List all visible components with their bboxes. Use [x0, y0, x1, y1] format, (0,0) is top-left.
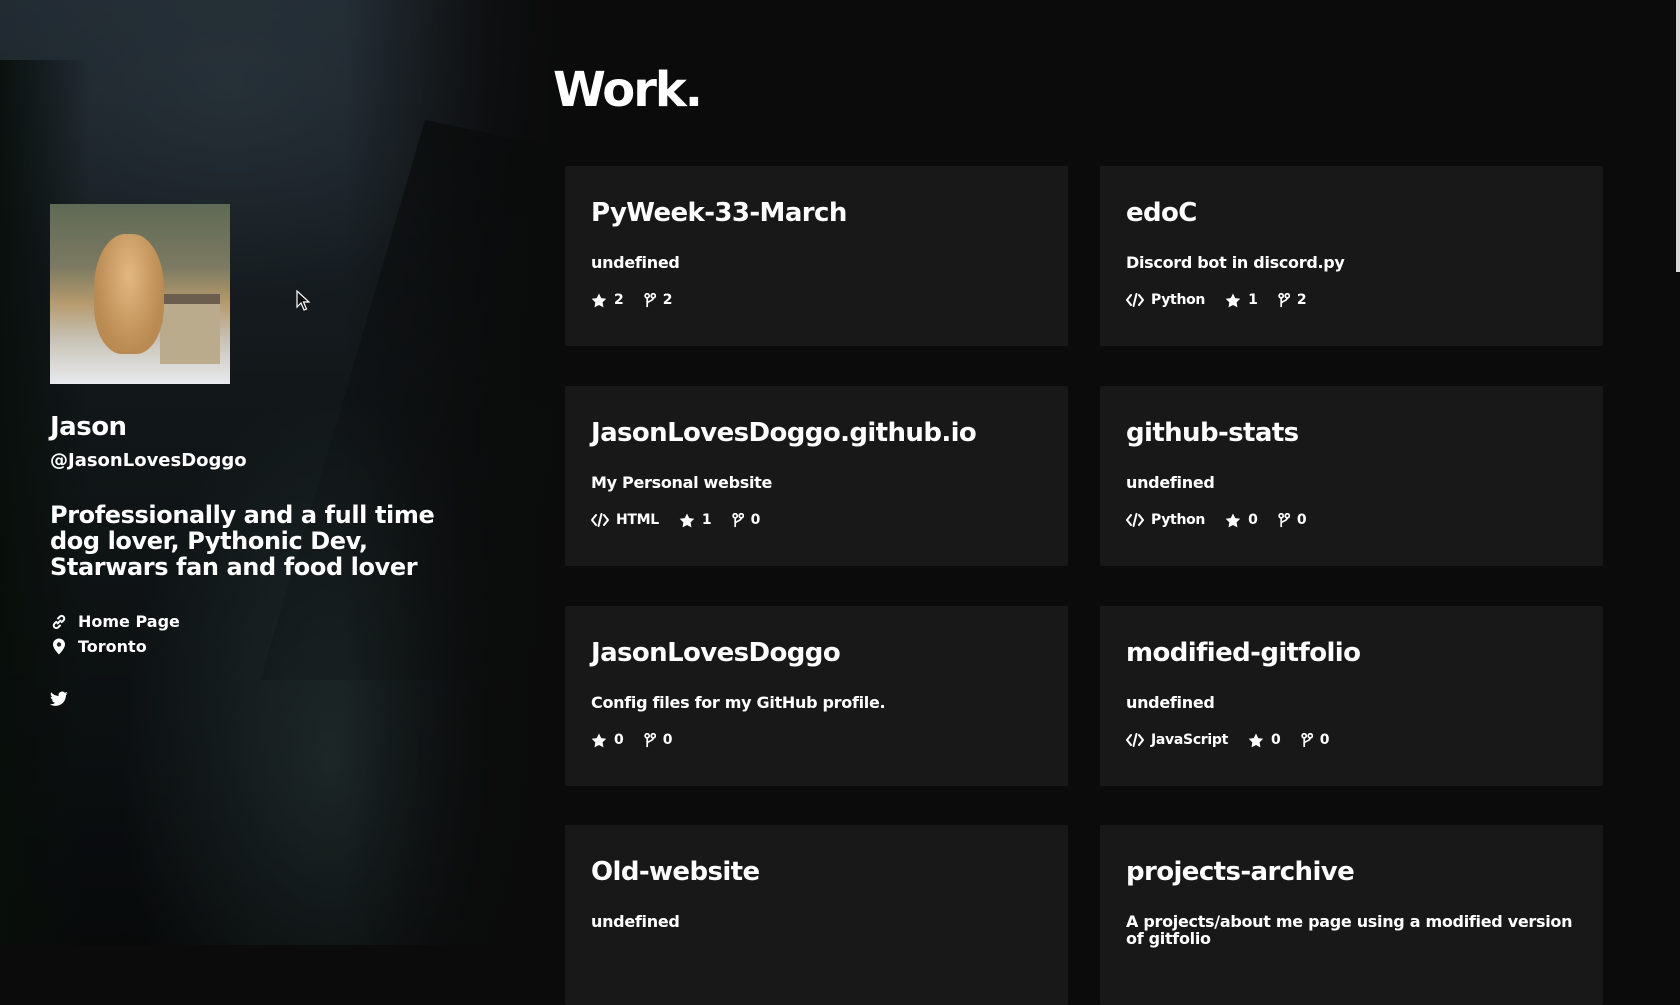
fork-icon — [644, 732, 656, 747]
forks-count: 0 — [1319, 732, 1330, 748]
language-label: Python — [1151, 292, 1206, 308]
project-description: Discord bot in discord.py — [1126, 253, 1345, 272]
project-name[interactable]: JasonLovesDoggo — [591, 638, 841, 668]
code-icon — [1126, 293, 1144, 307]
project-name[interactable]: modified-gitfolio — [1126, 638, 1361, 668]
project-description: Config files for my GitHub profile. — [591, 693, 886, 712]
fork-icon — [1278, 292, 1290, 307]
project-name[interactable]: github-stats — [1126, 418, 1299, 448]
homepage-link[interactable]: Home Page — [50, 612, 180, 631]
project-name[interactable]: projects-archive — [1126, 857, 1355, 887]
project-stats: Python 1 2 — [1126, 292, 1327, 308]
fork-icon — [731, 512, 744, 527]
profile-bio: Professionally and a full time dog lover… — [50, 501, 435, 581]
project-description: My Personal website — [591, 473, 773, 492]
project-stats: 00 — [591, 732, 693, 748]
project-language: JavaScript — [1126, 732, 1228, 748]
language-label: JavaScript — [1151, 732, 1229, 748]
avatar — [50, 204, 230, 384]
project-card[interactable]: github-stats undefined Python 0 0 — [1100, 386, 1603, 566]
forks-count: 0 — [750, 512, 761, 528]
project-stars: 2 — [591, 292, 624, 308]
stars-count: 2 — [614, 292, 624, 308]
scrollbar-thumb[interactable] — [1676, 0, 1680, 272]
project-description: undefined — [1126, 693, 1215, 712]
project-card[interactable]: Old-website undefined — [565, 825, 1068, 1005]
forks-count: 0 — [1296, 512, 1307, 528]
language-label: HTML — [616, 512, 659, 528]
star-icon — [591, 733, 607, 747]
project-forks: 2 — [1278, 292, 1307, 308]
project-description: A projects/about me page using a modifie… — [1126, 912, 1573, 948]
project-description: undefined — [591, 253, 680, 272]
map-pin-icon — [50, 638, 68, 656]
star-icon — [591, 293, 607, 307]
profile-handle: @JasonLovesDoggo — [50, 450, 247, 471]
forks-count: 2 — [1296, 292, 1307, 308]
project-forks: 0 — [644, 732, 673, 748]
twitter-icon[interactable] — [50, 691, 68, 709]
project-language: Python — [1126, 512, 1205, 528]
link-icon — [50, 613, 68, 631]
language-label: Python — [1151, 512, 1206, 528]
project-forks: 2 — [644, 292, 673, 308]
project-stats: JavaScript 0 0 — [1126, 732, 1350, 748]
avatar-shed — [160, 294, 220, 364]
stars-count: 1 — [701, 512, 712, 528]
project-card[interactable]: JasonLovesDoggo Config files for my GitHu… — [565, 606, 1068, 786]
stars-count: 0 — [614, 732, 624, 748]
project-stats: HTML 1 0 — [591, 512, 780, 528]
project-stars: 0 — [1225, 512, 1258, 528]
code-icon — [1126, 513, 1144, 527]
project-stats: Python 0 0 — [1126, 512, 1327, 528]
project-stars: 0 — [591, 732, 624, 748]
project-card[interactable]: PyWeek-33-March undefined 2 2 — [565, 166, 1068, 346]
star-icon — [679, 513, 695, 527]
project-language: HTML — [591, 512, 659, 528]
project-forks: 0 — [1301, 732, 1330, 748]
project-stars: 0 — [1248, 732, 1281, 748]
project-forks: 0 — [731, 512, 761, 528]
fork-icon — [644, 292, 656, 307]
star-icon — [1225, 293, 1241, 307]
project-stats: 22 — [591, 292, 693, 308]
avatar-dog — [94, 234, 164, 354]
project-language: Python — [1126, 292, 1205, 308]
project-card[interactable]: edoC Discord bot in discord.py Python 1 2 — [1100, 166, 1603, 346]
project-stars: 1 — [679, 512, 712, 528]
fork-icon — [1278, 512, 1290, 527]
profile-name: Jason — [50, 412, 127, 442]
project-card[interactable]: JasonLovesDoggo.github.io My Personal web… — [565, 386, 1068, 566]
project-name[interactable]: PyWeek-33-March — [591, 198, 847, 228]
project-description: undefined — [591, 912, 680, 931]
fork-icon — [1301, 732, 1313, 747]
location-row: Toronto — [50, 637, 147, 656]
mouse-cursor-icon — [296, 290, 310, 311]
project-name[interactable]: edoC — [1126, 198, 1197, 228]
project-description: undefined — [1126, 473, 1215, 492]
code-icon — [591, 513, 609, 527]
homepage-label[interactable]: Home Page — [78, 612, 180, 631]
page-title: Work. — [553, 62, 703, 118]
background-mountain — [260, 120, 556, 680]
project-card[interactable]: projects-archive A projects/about me page… — [1100, 825, 1603, 1005]
star-icon — [1225, 513, 1241, 527]
forks-count: 0 — [662, 732, 673, 748]
project-name[interactable]: JasonLovesDoggo.github.io — [591, 418, 977, 448]
forks-count: 2 — [662, 292, 673, 308]
code-icon — [1126, 733, 1144, 747]
project-forks: 0 — [1278, 512, 1307, 528]
profile-sidebar: Jason @JasonLovesDoggo Professionally an… — [0, 0, 556, 945]
project-card[interactable]: modified-gitfolio undefined JavaScript 0 0 — [1100, 606, 1603, 786]
stars-count: 0 — [1248, 512, 1258, 528]
stars-count: 1 — [1248, 292, 1258, 308]
stars-count: 0 — [1271, 732, 1281, 748]
project-stars: 1 — [1225, 292, 1258, 308]
project-name[interactable]: Old-website — [591, 857, 760, 887]
location-label: Toronto — [78, 637, 147, 656]
star-icon — [1248, 733, 1264, 747]
